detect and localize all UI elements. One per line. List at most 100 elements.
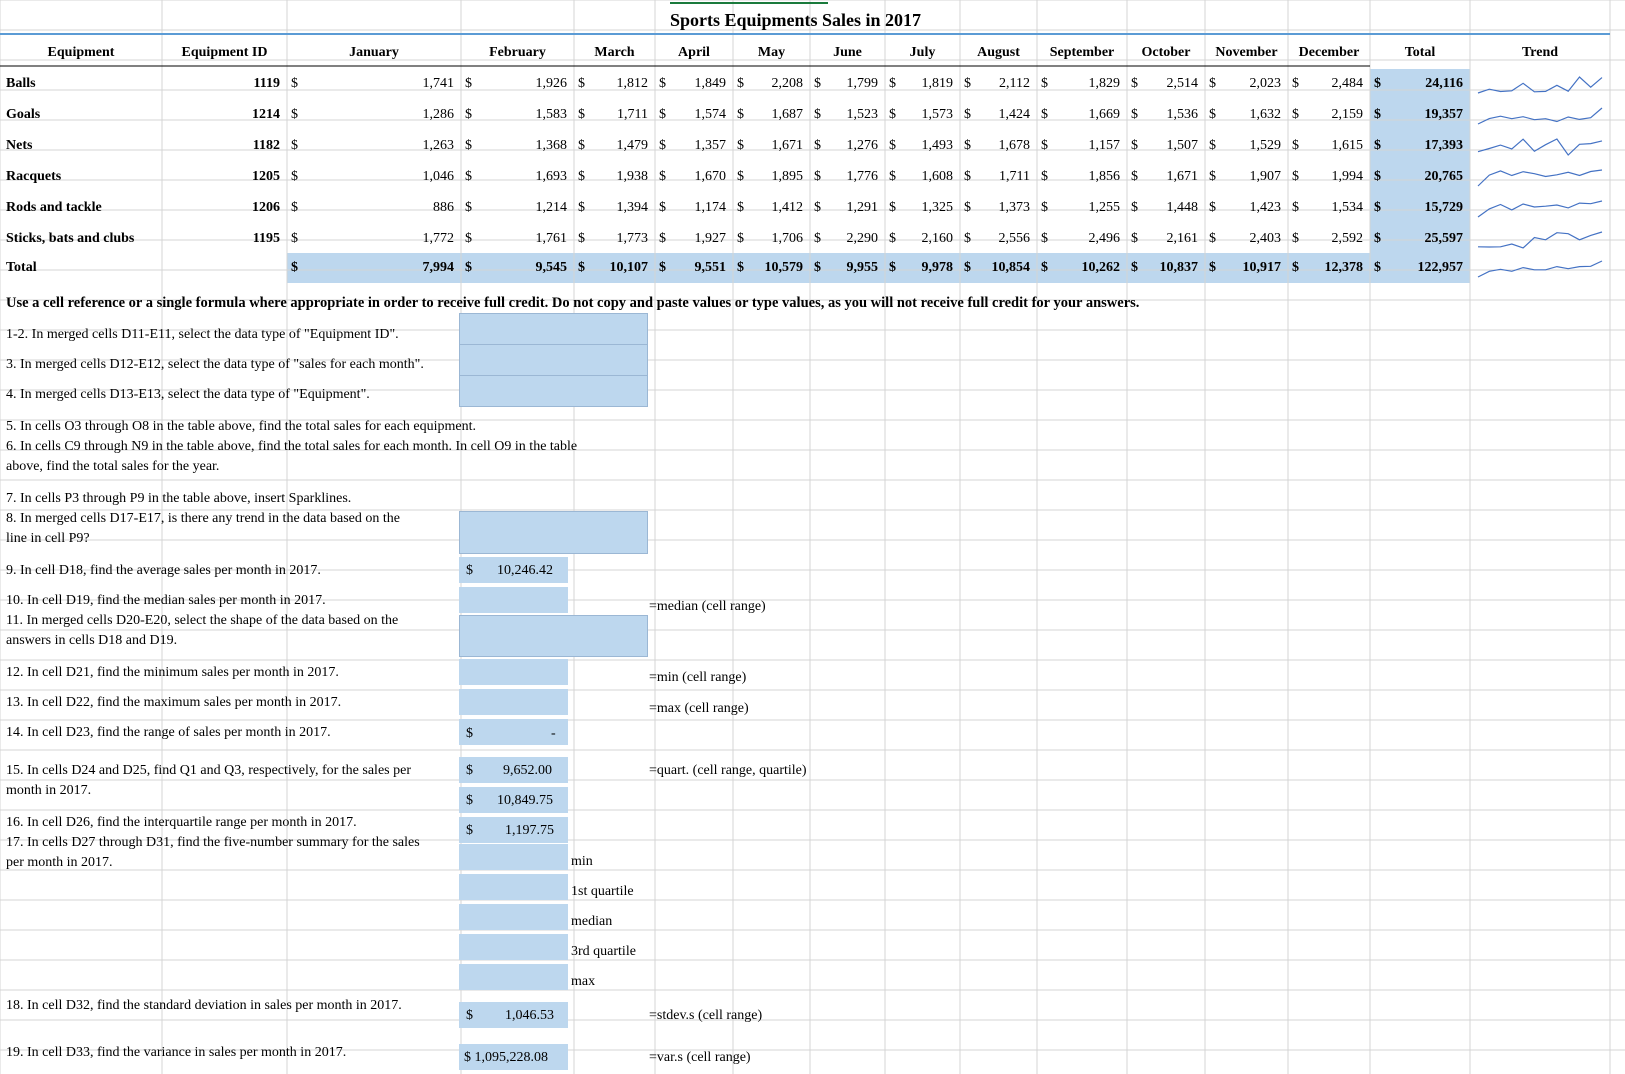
header-equipment-id: Equipment ID	[181, 45, 268, 60]
header-march: March	[594, 45, 635, 60]
month-value: 886	[433, 200, 454, 215]
month-value: 1,046	[422, 169, 455, 184]
currency-d25: $	[466, 793, 473, 808]
month-value: 1,776	[846, 169, 879, 184]
row-label: Goals	[6, 107, 41, 122]
header-february: February	[489, 45, 546, 60]
label-min: min	[571, 854, 593, 869]
question-11-line2: answers in cells D18 and D19.	[6, 633, 178, 648]
month-value: 1,772	[422, 231, 455, 246]
month-value: 2,290	[846, 231, 879, 246]
question-14: 14. In cell D23, find the range of sales…	[6, 725, 331, 740]
month-value: 1,423	[1249, 200, 1282, 215]
hint-var: =var.s (cell range)	[649, 1050, 751, 1065]
question-11-line1: 11. In merged cells D20-E20, select the …	[6, 613, 399, 628]
instruction-text: Use a cell reference or a single formula…	[6, 295, 1140, 311]
month-value: 1,479	[616, 138, 649, 153]
question-9: 9. In cell D18, find the average sales p…	[6, 563, 321, 578]
answer-cell-d20[interactable]	[459, 615, 648, 657]
equipment-id: 1214	[252, 107, 280, 122]
month-value: 10,107	[609, 260, 649, 275]
hint-quart: =quart. (cell range, quartile)	[649, 763, 807, 778]
month-value: 1,812	[616, 76, 649, 91]
equipment-id: 1182	[252, 138, 280, 153]
answer-cell-d17[interactable]	[459, 511, 648, 554]
month-value: 1,608	[921, 169, 954, 184]
header-september: September	[1049, 45, 1115, 60]
month-value: 1,412	[771, 200, 804, 215]
value-d24: 9,652.00	[503, 763, 552, 778]
month-value: 1,671	[771, 138, 804, 153]
answer-cell-d22[interactable]	[459, 689, 568, 715]
question-8-line2: line in cell P9?	[6, 531, 90, 546]
trend-sparkline	[1477, 260, 1603, 278]
hint-stdev: =stdev.s (cell range)	[649, 1008, 763, 1023]
equipment-id: 1206	[252, 200, 280, 215]
month-value: 2,160	[921, 231, 954, 246]
month-value: 1,325	[921, 200, 954, 215]
month-value: 1,507	[1166, 138, 1199, 153]
answer-cell-d30[interactable]	[459, 934, 568, 960]
row-label: Nets	[6, 138, 33, 153]
answer-cell-d31[interactable]	[459, 964, 568, 990]
trend-sparkline	[1477, 200, 1603, 218]
currency-d23: $	[466, 726, 473, 741]
month-value: 1,394	[616, 200, 649, 215]
month-value: 1,574	[694, 107, 727, 122]
month-value: 1,711	[999, 169, 1030, 184]
month-value: 2,556	[998, 231, 1031, 246]
month-value: 1,819	[921, 76, 954, 91]
month-value: 1,263	[422, 138, 455, 153]
header-trend: Trend	[1521, 45, 1559, 60]
row-total: 17,393	[1424, 138, 1464, 153]
question-6-line1: 6. In cells C9 through N9 in the table a…	[6, 439, 578, 454]
month-value: 1,276	[846, 138, 879, 153]
header-december: December	[1298, 45, 1360, 60]
month-value: 1,157	[1088, 138, 1121, 153]
value-d32: 1,046.53	[505, 1008, 554, 1023]
month-value: 1,357	[694, 138, 727, 153]
month-value: 1,583	[535, 107, 568, 122]
question-1-2: 1-2. In merged cells D11-E11, select the…	[6, 327, 399, 342]
question-13: 13. In cell D22, find the maximum sales …	[6, 695, 342, 710]
answer-cell-d21[interactable]	[459, 659, 568, 685]
answer-cell-d11[interactable]	[459, 313, 648, 345]
month-value: 2,208	[771, 76, 804, 91]
month-value: 1,741	[422, 76, 455, 91]
label-1st-quartile: 1st quartile	[571, 884, 634, 899]
header-june: June	[833, 45, 862, 60]
month-value: 1,632	[1249, 107, 1282, 122]
answer-cell-d28[interactable]	[459, 874, 568, 900]
month-value: 1,907	[1249, 169, 1282, 184]
row-total: 20,765	[1424, 169, 1464, 184]
value-d33: $ 1,095,228.08	[464, 1050, 548, 1065]
header-may: May	[757, 45, 786, 60]
question-8-line1: 8. In merged cells D17-E17, is there any…	[6, 511, 400, 526]
month-value: 2,496	[1088, 231, 1121, 246]
month-value: 1,373	[998, 200, 1031, 215]
value-d23: -	[551, 726, 556, 741]
question-10: 10. In cell D19, find the median sales p…	[6, 593, 326, 608]
month-value: 1,523	[846, 107, 879, 122]
month-value: 1,849	[694, 76, 727, 91]
question-19: 19. In cell D33, find the variance in sa…	[6, 1045, 347, 1060]
month-value: 1,255	[1088, 200, 1121, 215]
equipment-id: 1119	[253, 76, 280, 91]
answer-cell-d29[interactable]	[459, 904, 568, 930]
row-total: 19,357	[1424, 107, 1464, 122]
answer-cell-d27[interactable]	[459, 844, 568, 870]
answer-cell-d12[interactable]	[459, 344, 648, 376]
currency-d26: $	[466, 823, 473, 838]
currency-d18: $	[466, 563, 473, 578]
header-august: August	[977, 45, 1020, 60]
question-16: 16. In cell D26, find the interquartile …	[6, 815, 357, 830]
question-17-line2: per month in 2017.	[6, 855, 113, 870]
answer-cell-d19[interactable]	[459, 587, 568, 613]
month-value: 1,895	[771, 169, 804, 184]
month-value: 1,536	[1166, 107, 1199, 122]
month-value: 9,955	[846, 260, 879, 275]
answer-cell-d13[interactable]	[459, 375, 648, 407]
month-value: 10,854	[991, 260, 1031, 275]
row-total: 25,597	[1424, 231, 1464, 246]
row-total: 24,116	[1425, 76, 1463, 91]
